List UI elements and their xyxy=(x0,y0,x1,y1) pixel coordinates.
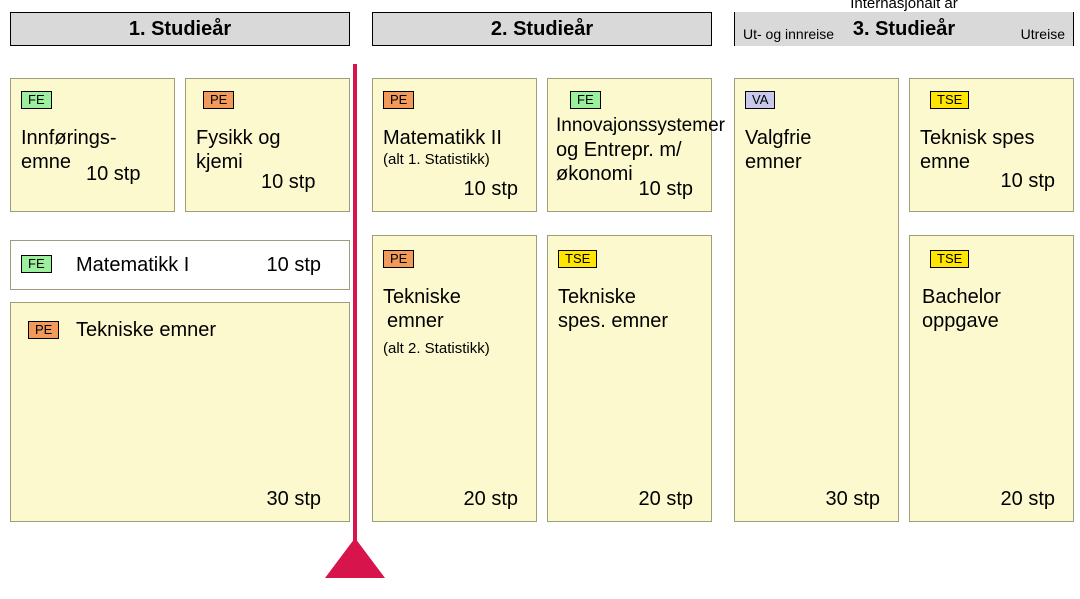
tag-fe: FE xyxy=(21,91,52,109)
course-title: spes. emner xyxy=(558,310,668,333)
course-y1-fysikk: PE Fysikk og kjemi 10 stp xyxy=(185,78,350,212)
course-stp: 10 stp xyxy=(267,254,321,277)
course-y1-innforing: FE Innførings- emne 10 stp xyxy=(10,78,175,212)
course-stp: 20 stp xyxy=(464,488,518,511)
header-year-3-label: 3. Studieår xyxy=(853,18,955,41)
tag-fe: FE xyxy=(570,91,601,109)
course-stp: 30 stp xyxy=(267,488,321,511)
course-title: Tekniske xyxy=(558,286,636,309)
course-sub: (alt 2. Statistikk) xyxy=(383,340,490,357)
course-title: og Entrepr. m/ xyxy=(556,139,682,162)
course-title: Teknisk spes xyxy=(920,127,1035,150)
course-title: Innførings- xyxy=(21,127,117,150)
course-title: Matematikk II xyxy=(383,127,502,150)
course-title: Tekniske xyxy=(383,286,461,309)
tag-pe: PE xyxy=(383,250,414,268)
course-title: emner xyxy=(745,151,802,174)
tag-pe: PE xyxy=(383,91,414,109)
course-stp: 20 stp xyxy=(1001,488,1055,511)
course-title: emne xyxy=(21,151,71,174)
course-y3-teknisk-spes: TSE Teknisk spes emne 10 stp xyxy=(909,78,1074,212)
study-plan-diagram: 1. Studieår 2. Studieår Internasjonalt å… xyxy=(0,0,1080,599)
course-title: Bachelor xyxy=(922,286,1001,309)
intake-marker-icon xyxy=(325,538,385,578)
header-year-3: Internasjonalt år Ut- og innreise 3. Stu… xyxy=(734,12,1074,46)
course-y3-bachelor: TSE Bachelor oppgave 20 stp xyxy=(909,235,1074,522)
course-title: oppgave xyxy=(922,310,999,333)
tag-tse: TSE xyxy=(930,91,969,109)
course-title: emne xyxy=(920,151,970,174)
intake-divider xyxy=(353,64,357,542)
course-stp: 10 stp xyxy=(464,178,518,201)
course-title: Matematikk I xyxy=(76,254,189,277)
tag-pe: PE xyxy=(203,91,234,109)
tag-va: VA xyxy=(745,91,775,109)
course-title: Fysikk og xyxy=(196,127,280,150)
course-title: Tekniske emner xyxy=(76,319,216,342)
header-year-1-label: 1. Studieår xyxy=(129,18,231,41)
header-year-3-left: Ut- og innreise xyxy=(743,26,834,42)
course-stp: 10 stp xyxy=(639,178,693,201)
course-stp: 20 stp xyxy=(639,488,693,511)
course-title: Valgfrie xyxy=(745,127,811,150)
header-year-3-right: Utreise xyxy=(1021,26,1065,42)
course-stp: 30 stp xyxy=(826,488,880,511)
course-y1-matematikk1: FE Matematikk I 10 stp xyxy=(10,240,350,290)
header-year-3-banner: Internasjonalt år xyxy=(735,0,1073,12)
tag-fe: FE xyxy=(21,255,52,273)
course-y2-innovasjon: FE Innovajonssystemer og Entrepr. m/ øko… xyxy=(547,78,712,212)
course-stp: 10 stp xyxy=(86,163,140,186)
tag-tse: TSE xyxy=(930,250,969,268)
course-y2-matematikk2: PE Matematikk II (alt 1. Statistikk) 10 … xyxy=(372,78,537,212)
course-y1-tekniske: PE Tekniske emner 30 stp xyxy=(10,302,350,522)
header-year-2-label: 2. Studieår xyxy=(491,18,593,41)
course-y2-tekniske-emner: PE Tekniske emner (alt 2. Statistikk) 20… xyxy=(372,235,537,522)
course-sub: (alt 1. Statistikk) xyxy=(383,151,490,168)
tag-tse: TSE xyxy=(558,250,597,268)
course-y2-tekniske-spes: TSE Tekniske spes. emner 20 stp xyxy=(547,235,712,522)
header-year-2: 2. Studieår xyxy=(372,12,712,46)
course-y3-valgfrie: VA Valgfrie emner 30 stp xyxy=(734,78,899,522)
course-title: Innovajonssystemer xyxy=(556,115,725,137)
header-year-1: 1. Studieår xyxy=(10,12,350,46)
course-title: emner xyxy=(387,310,444,333)
course-title: kjemi xyxy=(196,151,243,174)
course-stp: 10 stp xyxy=(1001,170,1055,193)
tag-pe: PE xyxy=(28,321,59,339)
course-stp: 10 stp xyxy=(261,171,315,194)
course-title: økonomi xyxy=(556,163,633,186)
